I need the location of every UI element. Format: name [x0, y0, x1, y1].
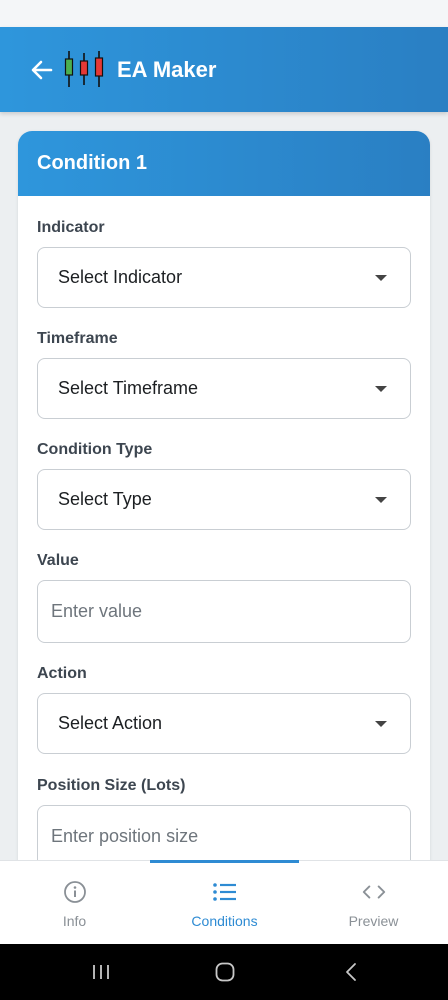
app-bar: EA Maker	[0, 27, 448, 112]
card-title: Condition 1	[37, 152, 147, 174]
timeframe-select[interactable]: Select Timeframe	[37, 358, 411, 419]
value-input[interactable]	[51, 601, 391, 622]
tab-conditions[interactable]: Conditions	[150, 861, 299, 945]
candlestick-logo-icon	[64, 51, 104, 87]
tab-info[interactable]: Info	[0, 861, 149, 945]
recent-apps-icon	[93, 965, 109, 979]
indicator-select-value: Select Indicator	[58, 267, 183, 287]
tab-preview-label: Preview	[348, 913, 399, 929]
info-icon	[62, 879, 88, 905]
tab-preview[interactable]: Preview	[299, 861, 448, 945]
condition-type-select[interactable]: Select Type	[37, 469, 411, 530]
recent-apps-button[interactable]	[86, 958, 116, 986]
action-label: Action	[37, 665, 87, 682]
tab-conditions-label: Conditions	[191, 913, 258, 929]
chevron-left-icon	[346, 963, 356, 981]
list-icon	[212, 879, 238, 905]
dropdown-caret-icon	[375, 275, 387, 281]
system-back-button[interactable]	[336, 958, 366, 986]
dropdown-caret-icon	[375, 497, 387, 503]
position-size-label: Position Size (Lots)	[37, 777, 186, 794]
condition-type-select-value: Select Type	[58, 489, 152, 509]
condition-card: Condition 1 Indicator Select Indicator T…	[18, 131, 430, 860]
indicator-select[interactable]: Select Indicator	[37, 247, 411, 308]
indicator-label: Indicator	[37, 219, 105, 236]
timeframe-select-value: Select Timeframe	[58, 378, 199, 398]
action-select-value: Select Action	[58, 713, 163, 733]
home-button[interactable]	[210, 958, 240, 986]
card-header: Condition 1	[18, 131, 430, 196]
timeframe-label: Timeframe	[37, 330, 118, 347]
main-content[interactable]: Condition 1 Indicator Select Indicator T…	[0, 112, 448, 860]
action-select[interactable]: Select Action	[37, 693, 411, 754]
system-navigation-bar	[0, 944, 448, 1000]
app-title: EA Maker	[117, 57, 217, 82]
arrow-left-icon	[31, 60, 53, 80]
back-button[interactable]	[28, 56, 56, 84]
position-size-field[interactable]	[37, 805, 411, 860]
dropdown-caret-icon	[375, 721, 387, 727]
home-icon	[215, 962, 235, 982]
bottom-nav: Info Conditions Preview	[0, 860, 448, 944]
tab-info-label: Info	[62, 913, 87, 929]
value-label: Value	[37, 552, 79, 569]
dropdown-caret-icon	[375, 386, 387, 392]
value-field[interactable]	[37, 580, 411, 643]
status-bar	[0, 0, 448, 27]
code-icon	[361, 879, 387, 905]
position-size-input[interactable]	[51, 826, 391, 847]
condition-type-label: Condition Type	[37, 441, 153, 458]
